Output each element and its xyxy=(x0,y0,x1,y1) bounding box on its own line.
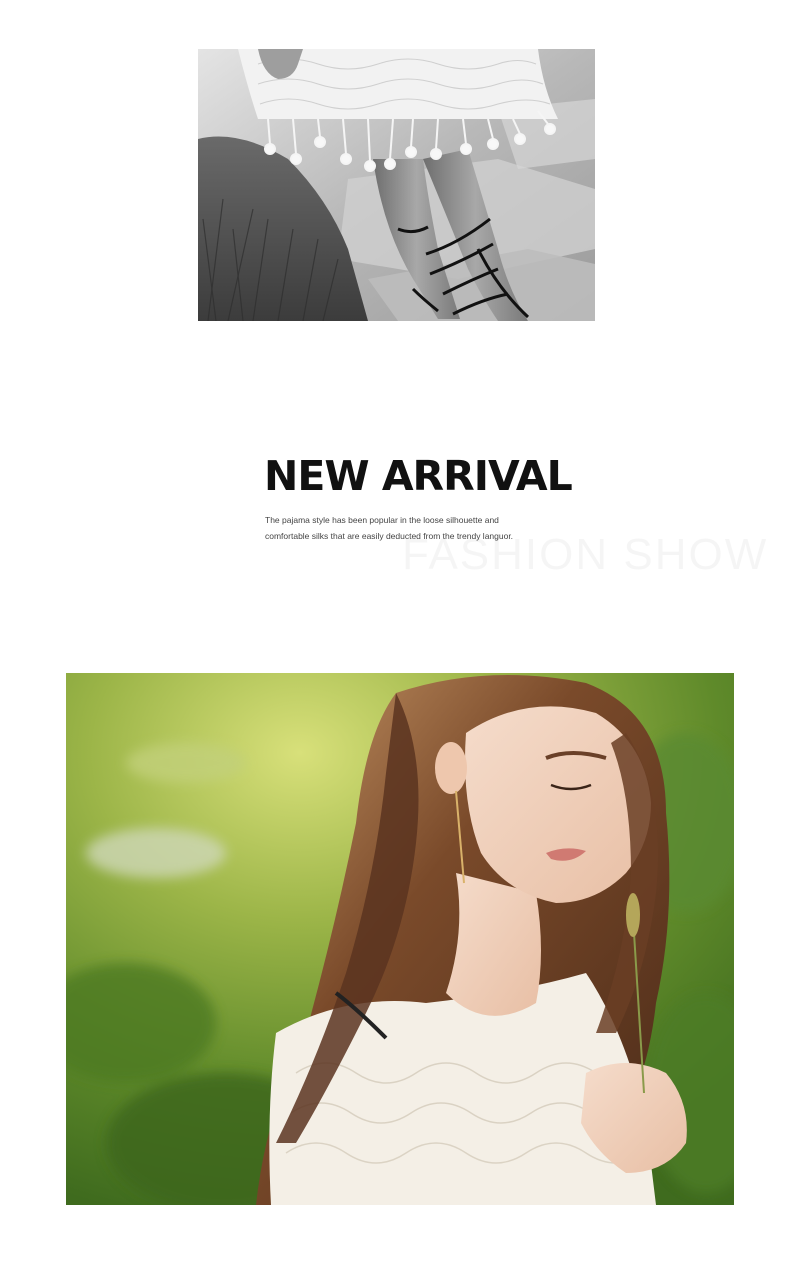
feature-photo xyxy=(66,673,734,1205)
hero-photo xyxy=(198,49,595,321)
page-title: NEW ARRIVAL xyxy=(264,452,573,500)
watermark-text: FASHION SHOW xyxy=(402,530,768,580)
feature-photo-art xyxy=(66,673,734,1205)
description-line-1: The pajama style has been popular in the… xyxy=(265,515,499,525)
hero-photo-art xyxy=(198,49,595,321)
